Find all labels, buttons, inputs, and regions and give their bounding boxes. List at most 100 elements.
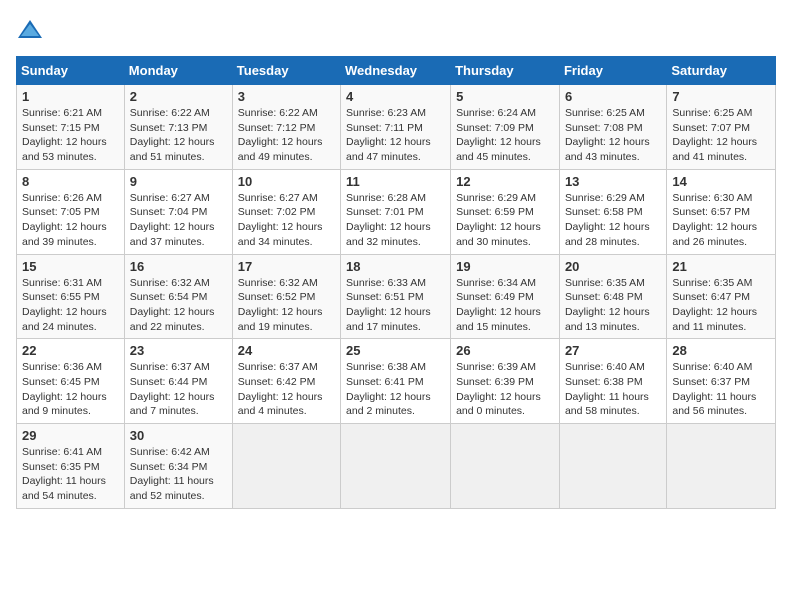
- day-number: 19: [456, 259, 554, 274]
- day-number: 24: [238, 343, 335, 358]
- logo: [16, 16, 48, 44]
- day-number: 28: [672, 343, 770, 358]
- day-cell: [559, 424, 666, 509]
- day-number: 30: [130, 428, 227, 443]
- day-cell: 21 Sunrise: 6:35 AMSunset: 6:47 PMDaylig…: [667, 254, 776, 339]
- day-detail: Sunrise: 6:23 AMSunset: 7:11 PMDaylight:…: [346, 107, 431, 163]
- day-detail: Sunrise: 6:37 AMSunset: 6:44 PMDaylight:…: [130, 361, 215, 417]
- day-cell: 1 Sunrise: 6:21 AMSunset: 7:15 PMDayligh…: [17, 85, 125, 170]
- day-detail: Sunrise: 6:31 AMSunset: 6:55 PMDaylight:…: [22, 277, 107, 333]
- day-cell: 22 Sunrise: 6:36 AMSunset: 6:45 PMDaylig…: [17, 339, 125, 424]
- day-cell: 26 Sunrise: 6:39 AMSunset: 6:39 PMDaylig…: [451, 339, 560, 424]
- day-detail: Sunrise: 6:27 AMSunset: 7:04 PMDaylight:…: [130, 192, 215, 248]
- day-cell: 6 Sunrise: 6:25 AMSunset: 7:08 PMDayligh…: [559, 85, 666, 170]
- day-cell: 13 Sunrise: 6:29 AMSunset: 6:58 PMDaylig…: [559, 169, 666, 254]
- day-detail: Sunrise: 6:21 AMSunset: 7:15 PMDaylight:…: [22, 107, 107, 163]
- day-cell: 10 Sunrise: 6:27 AMSunset: 7:02 PMDaylig…: [232, 169, 340, 254]
- day-number: 20: [565, 259, 661, 274]
- day-detail: Sunrise: 6:34 AMSunset: 6:49 PMDaylight:…: [456, 277, 541, 333]
- day-number: 25: [346, 343, 445, 358]
- col-header-monday: Monday: [124, 57, 232, 85]
- col-header-thursday: Thursday: [451, 57, 560, 85]
- col-header-sunday: Sunday: [17, 57, 125, 85]
- day-number: 2: [130, 89, 227, 104]
- day-cell: [451, 424, 560, 509]
- day-detail: Sunrise: 6:37 AMSunset: 6:42 PMDaylight:…: [238, 361, 323, 417]
- week-row-5: 29 Sunrise: 6:41 AMSunset: 6:35 PMDaylig…: [17, 424, 776, 509]
- day-cell: 27 Sunrise: 6:40 AMSunset: 6:38 PMDaylig…: [559, 339, 666, 424]
- col-header-friday: Friday: [559, 57, 666, 85]
- day-number: 22: [22, 343, 119, 358]
- day-detail: Sunrise: 6:27 AMSunset: 7:02 PMDaylight:…: [238, 192, 323, 248]
- day-cell: 8 Sunrise: 6:26 AMSunset: 7:05 PMDayligh…: [17, 169, 125, 254]
- day-number: 26: [456, 343, 554, 358]
- day-detail: Sunrise: 6:29 AMSunset: 6:58 PMDaylight:…: [565, 192, 650, 248]
- week-row-1: 1 Sunrise: 6:21 AMSunset: 7:15 PMDayligh…: [17, 85, 776, 170]
- day-detail: Sunrise: 6:33 AMSunset: 6:51 PMDaylight:…: [346, 277, 431, 333]
- day-number: 18: [346, 259, 445, 274]
- logo-icon: [16, 16, 44, 44]
- day-detail: Sunrise: 6:35 AMSunset: 6:47 PMDaylight:…: [672, 277, 757, 333]
- day-detail: Sunrise: 6:24 AMSunset: 7:09 PMDaylight:…: [456, 107, 541, 163]
- day-cell: 2 Sunrise: 6:22 AMSunset: 7:13 PMDayligh…: [124, 85, 232, 170]
- col-header-saturday: Saturday: [667, 57, 776, 85]
- day-cell: 28 Sunrise: 6:40 AMSunset: 6:37 PMDaylig…: [667, 339, 776, 424]
- day-cell: 16 Sunrise: 6:32 AMSunset: 6:54 PMDaylig…: [124, 254, 232, 339]
- day-cell: 19 Sunrise: 6:34 AMSunset: 6:49 PMDaylig…: [451, 254, 560, 339]
- day-number: 21: [672, 259, 770, 274]
- day-cell: [341, 424, 451, 509]
- day-detail: Sunrise: 6:32 AMSunset: 6:52 PMDaylight:…: [238, 277, 323, 333]
- day-detail: Sunrise: 6:38 AMSunset: 6:41 PMDaylight:…: [346, 361, 431, 417]
- day-number: 14: [672, 174, 770, 189]
- day-cell: 25 Sunrise: 6:38 AMSunset: 6:41 PMDaylig…: [341, 339, 451, 424]
- day-cell: 5 Sunrise: 6:24 AMSunset: 7:09 PMDayligh…: [451, 85, 560, 170]
- day-number: 23: [130, 343, 227, 358]
- day-cell: 30 Sunrise: 6:42 AMSunset: 6:34 PMDaylig…: [124, 424, 232, 509]
- day-detail: Sunrise: 6:22 AMSunset: 7:13 PMDaylight:…: [130, 107, 215, 163]
- day-number: 17: [238, 259, 335, 274]
- day-detail: Sunrise: 6:32 AMSunset: 6:54 PMDaylight:…: [130, 277, 215, 333]
- day-number: 4: [346, 89, 445, 104]
- day-cell: 24 Sunrise: 6:37 AMSunset: 6:42 PMDaylig…: [232, 339, 340, 424]
- col-header-wednesday: Wednesday: [341, 57, 451, 85]
- day-cell: 7 Sunrise: 6:25 AMSunset: 7:07 PMDayligh…: [667, 85, 776, 170]
- day-number: 6: [565, 89, 661, 104]
- day-detail: Sunrise: 6:40 AMSunset: 6:38 PMDaylight:…: [565, 361, 649, 417]
- day-detail: Sunrise: 6:30 AMSunset: 6:57 PMDaylight:…: [672, 192, 757, 248]
- day-number: 8: [22, 174, 119, 189]
- day-detail: Sunrise: 6:36 AMSunset: 6:45 PMDaylight:…: [22, 361, 107, 417]
- day-number: 10: [238, 174, 335, 189]
- day-number: 7: [672, 89, 770, 104]
- header-row: SundayMondayTuesdayWednesdayThursdayFrid…: [17, 57, 776, 85]
- day-cell: 18 Sunrise: 6:33 AMSunset: 6:51 PMDaylig…: [341, 254, 451, 339]
- day-number: 15: [22, 259, 119, 274]
- day-detail: Sunrise: 6:25 AMSunset: 7:07 PMDaylight:…: [672, 107, 757, 163]
- day-number: 3: [238, 89, 335, 104]
- day-detail: Sunrise: 6:41 AMSunset: 6:35 PMDaylight:…: [22, 446, 106, 502]
- day-cell: 14 Sunrise: 6:30 AMSunset: 6:57 PMDaylig…: [667, 169, 776, 254]
- day-cell: 29 Sunrise: 6:41 AMSunset: 6:35 PMDaylig…: [17, 424, 125, 509]
- week-row-4: 22 Sunrise: 6:36 AMSunset: 6:45 PMDaylig…: [17, 339, 776, 424]
- day-cell: 4 Sunrise: 6:23 AMSunset: 7:11 PMDayligh…: [341, 85, 451, 170]
- day-cell: [667, 424, 776, 509]
- day-detail: Sunrise: 6:25 AMSunset: 7:08 PMDaylight:…: [565, 107, 650, 163]
- day-cell: 20 Sunrise: 6:35 AMSunset: 6:48 PMDaylig…: [559, 254, 666, 339]
- day-number: 13: [565, 174, 661, 189]
- day-detail: Sunrise: 6:22 AMSunset: 7:12 PMDaylight:…: [238, 107, 323, 163]
- day-number: 16: [130, 259, 227, 274]
- week-row-2: 8 Sunrise: 6:26 AMSunset: 7:05 PMDayligh…: [17, 169, 776, 254]
- day-detail: Sunrise: 6:42 AMSunset: 6:34 PMDaylight:…: [130, 446, 214, 502]
- day-detail: Sunrise: 6:28 AMSunset: 7:01 PMDaylight:…: [346, 192, 431, 248]
- day-cell: 11 Sunrise: 6:28 AMSunset: 7:01 PMDaylig…: [341, 169, 451, 254]
- day-cell: 12 Sunrise: 6:29 AMSunset: 6:59 PMDaylig…: [451, 169, 560, 254]
- day-detail: Sunrise: 6:40 AMSunset: 6:37 PMDaylight:…: [672, 361, 756, 417]
- day-number: 11: [346, 174, 445, 189]
- day-cell: 15 Sunrise: 6:31 AMSunset: 6:55 PMDaylig…: [17, 254, 125, 339]
- day-detail: Sunrise: 6:35 AMSunset: 6:48 PMDaylight:…: [565, 277, 650, 333]
- day-number: 27: [565, 343, 661, 358]
- day-number: 29: [22, 428, 119, 443]
- day-number: 12: [456, 174, 554, 189]
- page-header: [16, 16, 776, 44]
- day-number: 5: [456, 89, 554, 104]
- week-row-3: 15 Sunrise: 6:31 AMSunset: 6:55 PMDaylig…: [17, 254, 776, 339]
